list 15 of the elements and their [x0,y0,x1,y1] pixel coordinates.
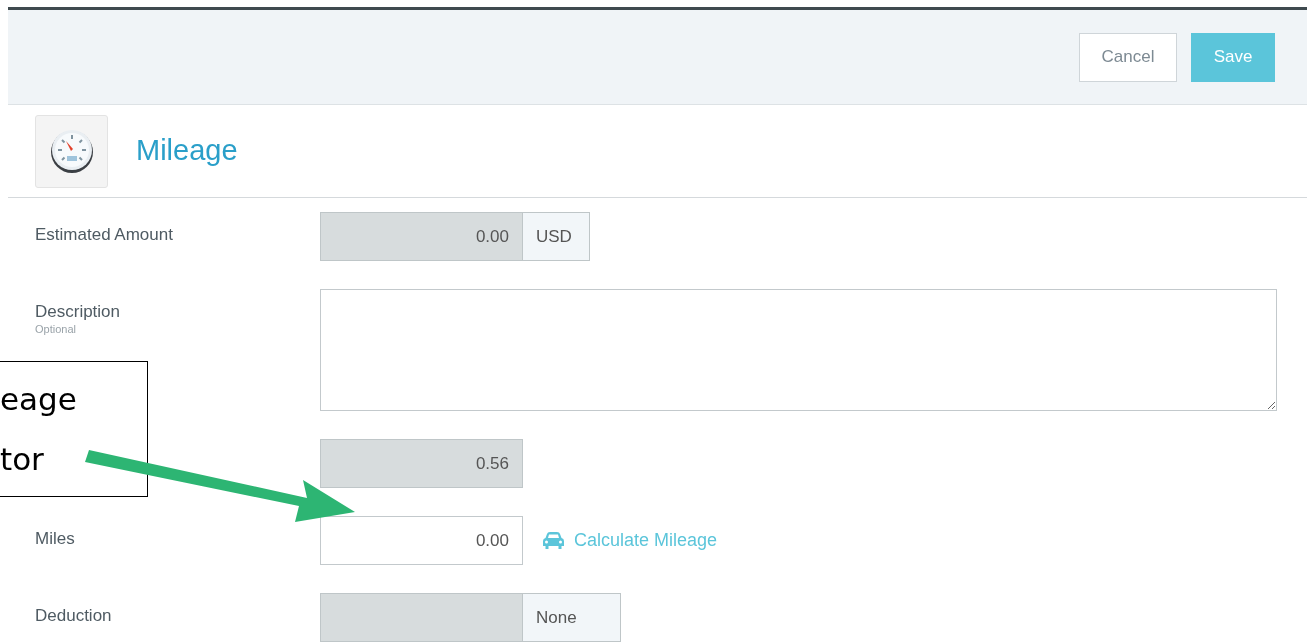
cancel-button[interactable]: Cancel [1079,32,1177,82]
callout-text: eage [0,380,78,419]
field-label: Description [35,301,122,323]
callout-text: tor [0,440,45,479]
car-icon [543,532,564,549]
unit-addon: USD [523,212,590,261]
field-label: Miles [35,528,76,550]
optional-hint: Optional [35,323,77,335]
amount-field[interactable]: 0.00 [320,516,523,565]
field-label: Deduction [35,605,113,627]
description-field[interactable] [320,289,1277,411]
gauge-icon [35,114,108,188]
page-title: Mileage [136,133,238,169]
field-label: Estimated Amount [35,224,174,246]
unit-addon: None [523,593,621,642]
